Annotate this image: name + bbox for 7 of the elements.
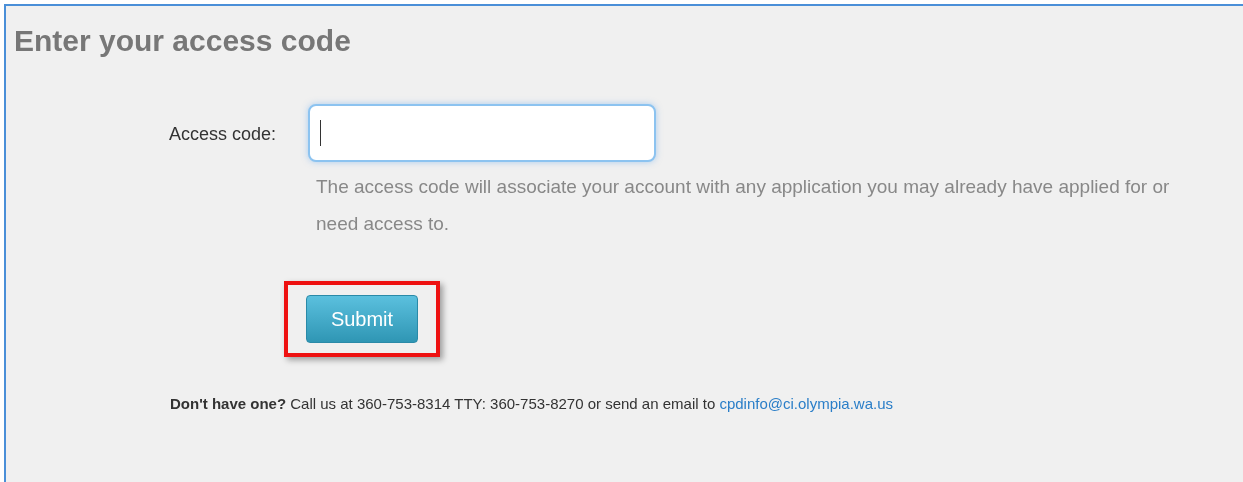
field-label: Access code: bbox=[167, 123, 276, 146]
access-code-input[interactable] bbox=[308, 104, 656, 162]
contact-text: Don't have one? Call us at 360-753-8314 TTY: 360-753-8270 or send an email to bbox=[170, 395, 716, 412]
page-heading: Enter your access code bbox=[14, 24, 352, 58]
submit-button[interactable]: Submit bbox=[306, 295, 418, 343]
help-text: The access code will associate your account with any application you may already have applied for or need access to. bbox=[316, 175, 1171, 236]
email-link[interactable]: cpdinfo@ci.olympia.wa.us bbox=[719, 395, 894, 412]
